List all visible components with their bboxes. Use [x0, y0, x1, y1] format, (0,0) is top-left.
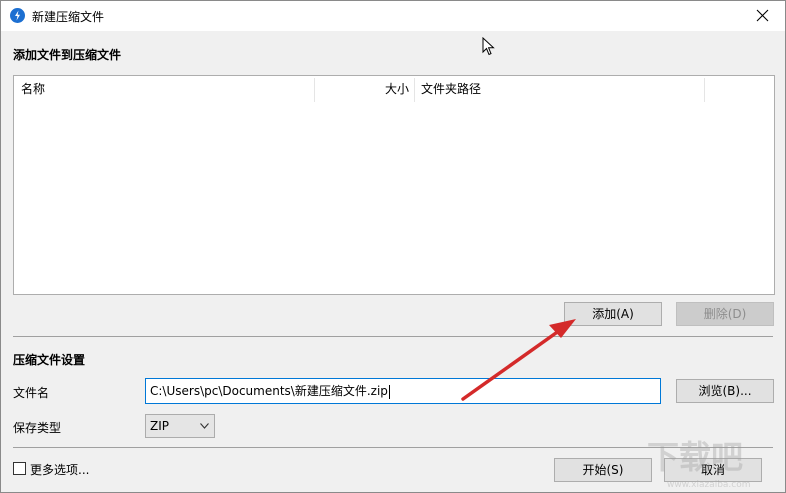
chevron-down-icon	[200, 423, 209, 429]
filename-input[interactable]: C:\Users\pc\Documents\新建压缩文件.zip	[145, 378, 661, 404]
watermark-logo: 下载吧 www.xiazaiba.com	[629, 432, 779, 492]
text-caret	[388, 384, 390, 399]
add-button[interactable]: 添加(A)	[564, 302, 662, 326]
new-archive-dialog: 新建压缩文件 添加文件到压缩文件 名称 大小 文件夹路径 添加(A) 删除(D)…	[0, 0, 786, 493]
column-separator[interactable]	[704, 78, 705, 102]
title-bar[interactable]: 新建压缩文件	[1, 1, 785, 31]
close-icon	[756, 9, 769, 22]
more-options-label[interactable]: 更多选项...	[30, 461, 89, 478]
app-logo-icon	[10, 8, 25, 23]
watermark-text: 下载吧	[647, 438, 743, 476]
watermark-url: www.xiazaiba.com	[667, 480, 751, 490]
window-title: 新建压缩文件	[32, 10, 105, 24]
browse-button[interactable]: 浏览(B)...	[676, 379, 774, 403]
filename-value: C:\Users\pc\Documents\新建压缩文件.zip	[150, 384, 388, 398]
more-options-checkbox[interactable]	[13, 462, 26, 475]
close-button[interactable]	[741, 1, 785, 31]
add-files-section-title: 添加文件到压缩文件	[13, 48, 122, 62]
column-header-folder-path[interactable]: 文件夹路径	[421, 76, 701, 102]
delete-button[interactable]: 删除(D)	[676, 302, 774, 326]
save-type-select[interactable]: ZIP	[145, 414, 215, 438]
column-header-name[interactable]: 名称	[21, 76, 311, 102]
dialog-body: 添加文件到压缩文件 名称 大小 文件夹路径 添加(A) 删除(D) 压缩文件设置…	[1, 31, 785, 492]
mouse-cursor-icon	[482, 37, 495, 56]
save-type-label: 保存类型	[13, 421, 62, 435]
column-separator[interactable]	[414, 78, 415, 102]
save-type-value: ZIP	[150, 419, 169, 433]
section-divider	[13, 336, 773, 337]
settings-section-title: 压缩文件设置	[13, 353, 86, 367]
column-header-size[interactable]: 大小	[315, 76, 409, 102]
filename-label: 文件名	[13, 386, 50, 400]
file-list[interactable]: 名称 大小 文件夹路径	[13, 75, 775, 295]
